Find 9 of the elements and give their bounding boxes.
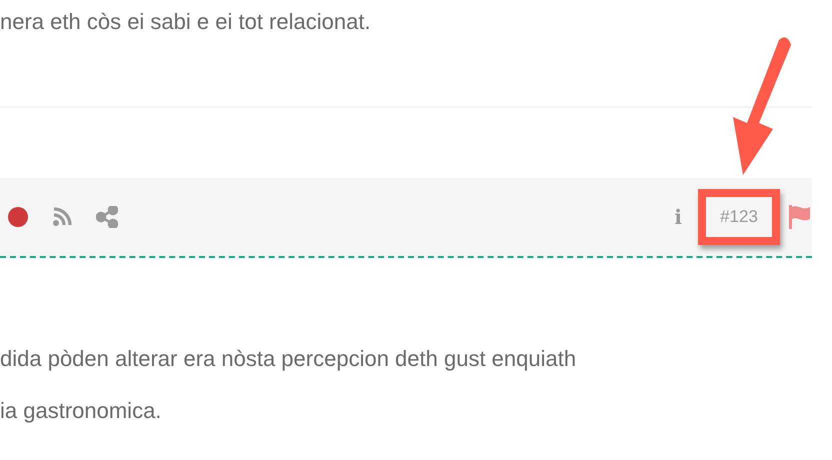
paragraph-line: ia gastronomica. <box>0 400 162 425</box>
flag-icon[interactable] <box>788 204 812 230</box>
info-icon[interactable]: i <box>674 202 682 232</box>
paragraph-line: dida pòden alterar era nòsta percepcion deth gust enquiath <box>0 348 578 373</box>
share-icon[interactable] <box>96 206 118 228</box>
post-number[interactable]: #123 <box>720 204 758 230</box>
record-icon[interactable] <box>8 207 28 227</box>
paragraph-text: nera eth còs ei sabi e ei tot relacionat. <box>0 11 372 33</box>
rss-icon[interactable] <box>52 207 72 227</box>
